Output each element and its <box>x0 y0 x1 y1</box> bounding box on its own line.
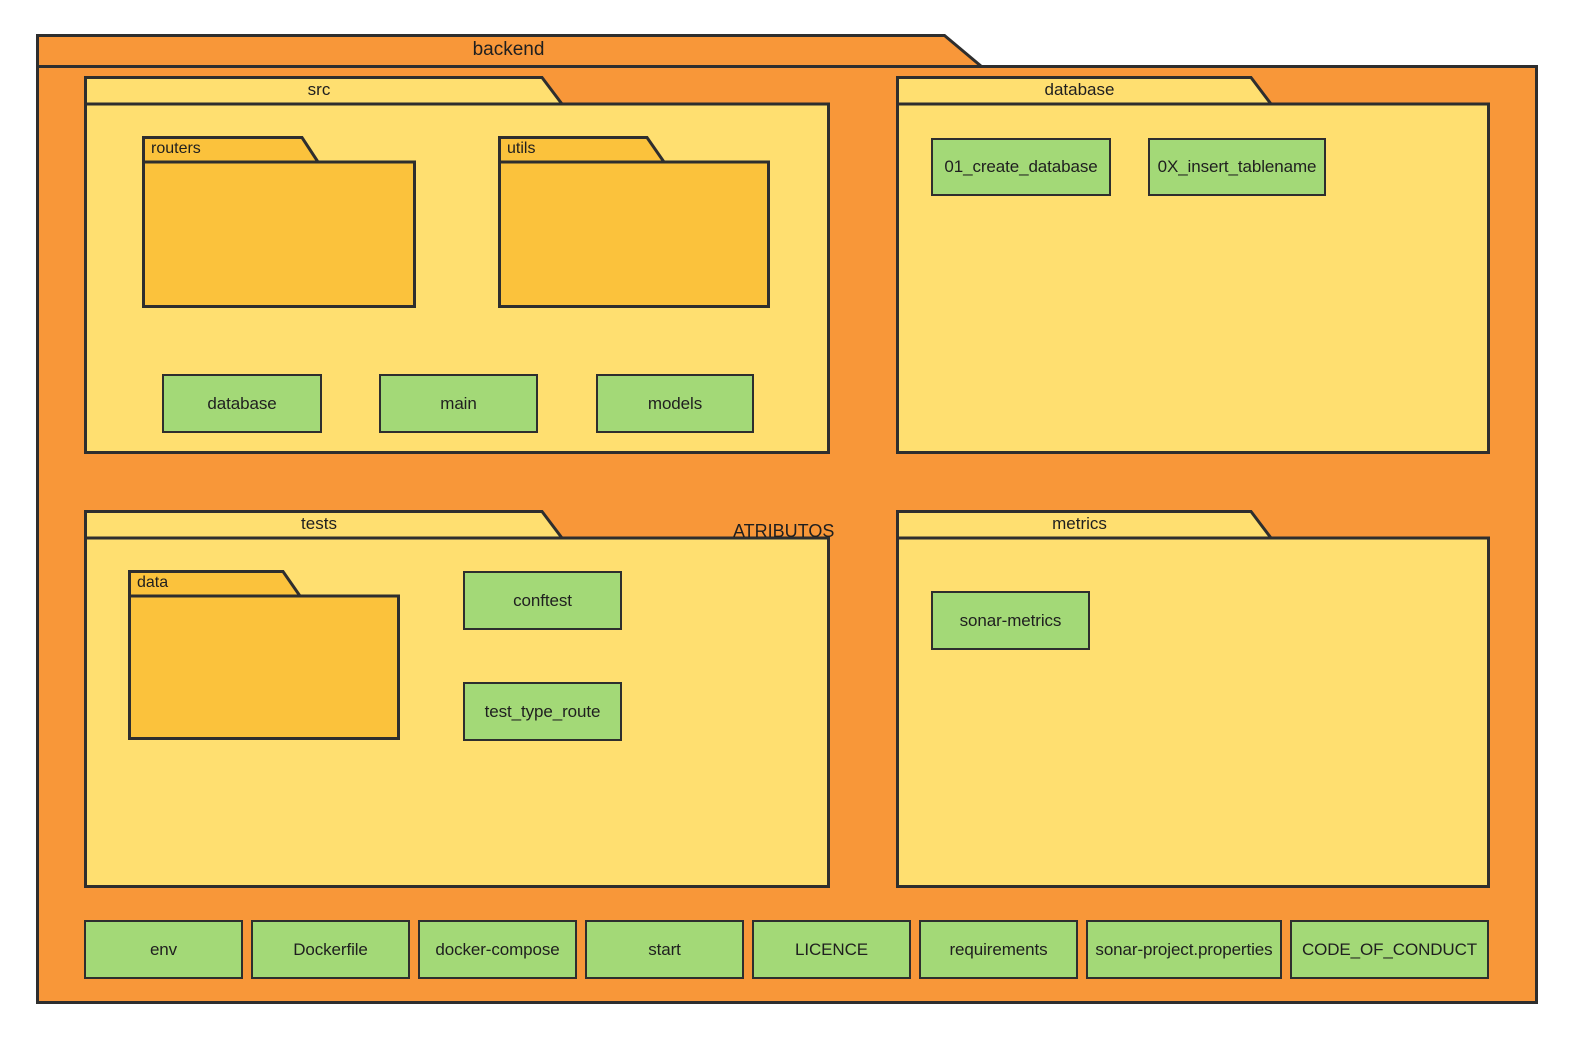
leaf-models-label: models <box>647 393 703 413</box>
package-database[interactable]: database <box>896 76 1490 454</box>
leaf-sonar-metrics[interactable]: sonar-metrics <box>931 591 1090 650</box>
leaf-requirements[interactable]: requirements <box>919 920 1078 979</box>
package-metrics-shape <box>896 510 1490 888</box>
leaf-0x-insert-tablename-label: 0X_insert_tablename <box>1157 157 1317 176</box>
leaf-env[interactable]: env <box>84 920 243 979</box>
leaf-docker-compose-label: docker-compose <box>435 939 560 959</box>
leaf-code-of-conduct[interactable]: CODE_OF_CONDUCT <box>1290 920 1489 979</box>
leaf-0x-insert-tablename[interactable]: 0X_insert_tablename <box>1148 138 1326 196</box>
package-metrics[interactable]: metrics <box>896 510 1490 888</box>
leaf-test-type-route-label: test_type_route <box>484 701 601 721</box>
package-diagram-canvas: backend src routers utils database main … <box>0 0 1590 1060</box>
leaf-test-type-route[interactable]: test_type_route <box>463 682 622 741</box>
leaf-docker-compose[interactable]: docker-compose <box>418 920 577 979</box>
package-utils[interactable]: utils <box>498 136 770 308</box>
leaf-sonar-metrics-label: sonar-metrics <box>959 610 1062 630</box>
leaf-01-create-database-label: 01_create_database <box>944 157 1098 176</box>
leaf-database[interactable]: database <box>162 374 322 433</box>
leaf-licence-label: LICENCE <box>795 939 868 959</box>
package-data[interactable]: data <box>128 570 400 740</box>
leaf-01-create-database[interactable]: 01_create_database <box>931 138 1111 196</box>
package-routers[interactable]: routers <box>142 136 416 308</box>
package-data-shape <box>128 570 400 740</box>
leaf-sonar-project-properties[interactable]: sonar-project.properties <box>1086 920 1282 979</box>
leaf-licence[interactable]: LICENCE <box>752 920 911 979</box>
leaf-models[interactable]: models <box>596 374 754 433</box>
leaf-code-of-conduct-label: CODE_OF_CONDUCT <box>1301 939 1478 959</box>
leaf-dockerfile-label: Dockerfile <box>293 939 368 959</box>
leaf-start-label: start <box>648 939 681 959</box>
leaf-dockerfile[interactable]: Dockerfile <box>251 920 410 979</box>
leaf-database-label: database <box>207 393 277 413</box>
leaf-main[interactable]: main <box>379 374 538 433</box>
package-database-shape <box>896 76 1490 454</box>
leaf-requirements-label: requirements <box>949 939 1048 959</box>
leaf-main-label: main <box>440 393 477 413</box>
leaf-sonar-project-properties-label: sonar-project.properties <box>1095 939 1273 959</box>
leaf-start[interactable]: start <box>585 920 744 979</box>
package-routers-shape <box>142 136 416 308</box>
leaf-conftest[interactable]: conftest <box>463 571 622 630</box>
package-utils-shape <box>498 136 770 308</box>
leaf-conftest-label: conftest <box>513 590 572 610</box>
leaf-env-label: env <box>149 939 178 959</box>
